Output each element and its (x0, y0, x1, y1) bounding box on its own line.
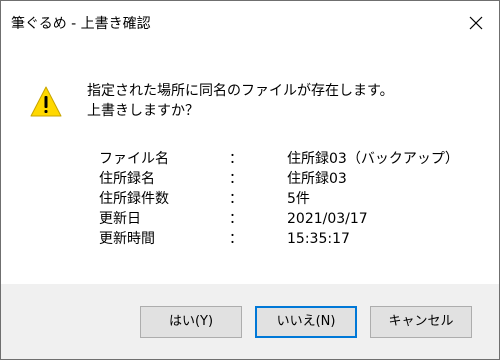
info-label: 更新日 (99, 211, 141, 227)
info-value: 5件 (287, 191, 310, 207)
info-separator: ： (229, 211, 243, 227)
info-value: 住所録03（バックアップ） (287, 151, 459, 167)
info-value: 15:35:17 (287, 231, 350, 247)
info-separator: ： (229, 151, 243, 167)
info-separator: ： (229, 171, 243, 187)
info-label: 住所録件数 (99, 191, 169, 207)
info-label: ファイル名 (99, 151, 169, 167)
info-value: 2021/03/17 (287, 211, 368, 227)
close-button[interactable] (453, 1, 499, 45)
warning-icon (30, 86, 62, 117)
info-separator: ： (229, 231, 243, 247)
info-value: 住所録03 (287, 171, 347, 187)
no-button[interactable]: いいえ(N) (255, 306, 357, 338)
button-bar: はい(Y) いいえ(N) キャンセル (1, 284, 499, 359)
close-icon (469, 16, 483, 30)
yes-button[interactable]: はい(Y) (140, 306, 242, 338)
window-title: 筆ぐるめ - 上書き確認 (11, 16, 151, 32)
message-text: 指定された場所に同名のファイルが存在します。 上書きしますか？ (87, 81, 394, 121)
message-line-1: 指定された場所に同名のファイルが存在します。 (87, 83, 394, 99)
title-bar[interactable]: 筆ぐるめ - 上書き確認 (1, 1, 499, 45)
message-line-2: 上書きしますか？ (87, 103, 199, 119)
cancel-button[interactable]: キャンセル (370, 306, 472, 338)
info-label: 住所録名 (99, 171, 155, 187)
info-separator: ： (229, 191, 243, 207)
info-label: 更新時間 (99, 231, 155, 247)
overwrite-confirm-dialog: 筆ぐるめ - 上書き確認 指定された場所に同名のファイルが存在します。 上書きし… (0, 0, 500, 360)
